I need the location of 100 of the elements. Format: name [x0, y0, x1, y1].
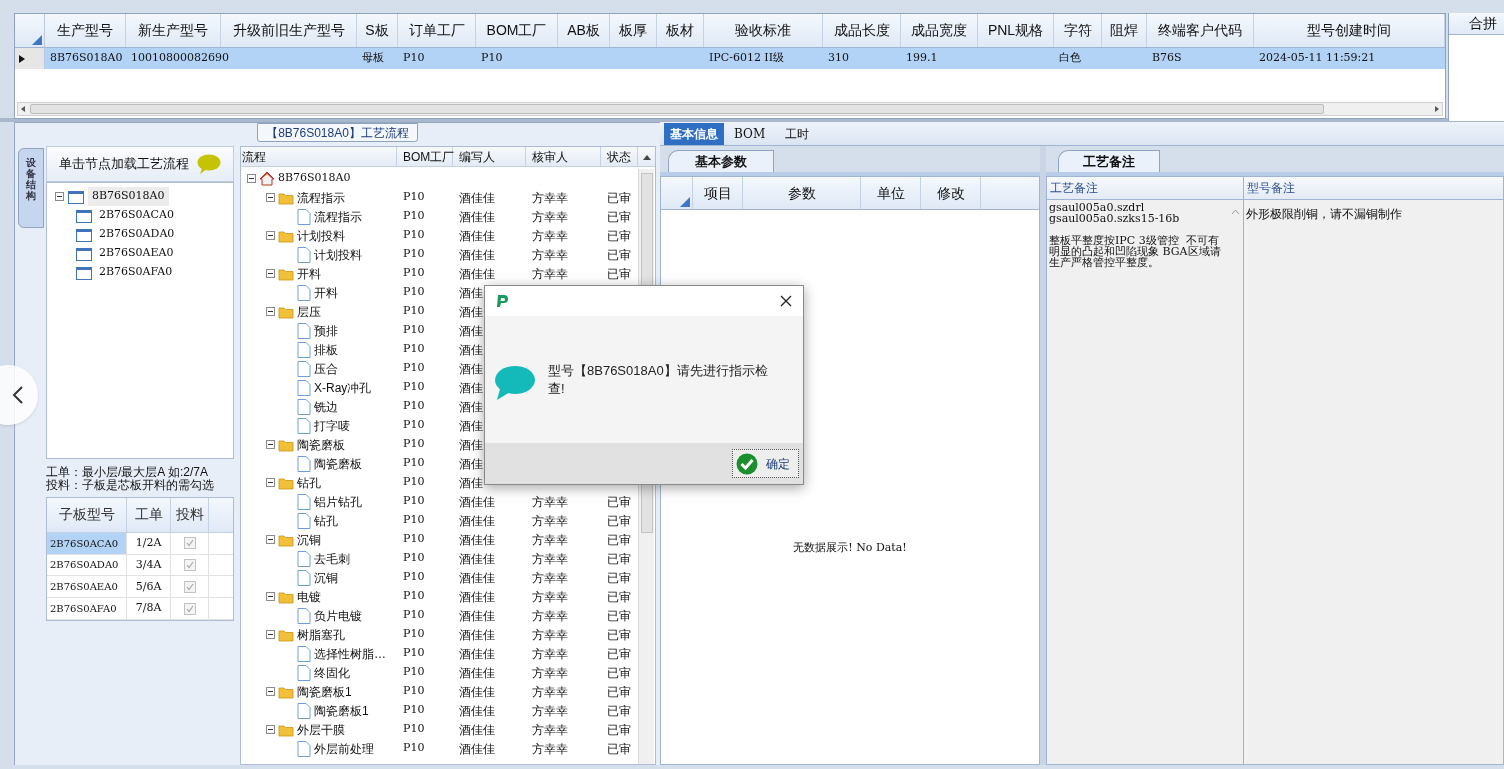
table-cell: 方幸幸: [532, 570, 568, 585]
table-cell: 酒佳: [459, 456, 483, 471]
table-cell: 母板: [362, 50, 384, 67]
table-cell: 已审: [607, 722, 631, 737]
table-cell: 酒佳佳: [459, 190, 495, 205]
table-cell: 酒佳佳: [459, 646, 495, 661]
group-title: 【8B76S018A0】工艺流程: [257, 123, 418, 142]
table-cell: 方幸幸: [532, 247, 568, 262]
table-cell: 方幸幸: [532, 665, 568, 680]
dialog-message: 型号【8B76S018A0】请先进行指示检查!: [548, 361, 768, 398]
panel-title: 合拼: [1469, 14, 1497, 33]
table-cell: 酒佳佳: [459, 703, 495, 718]
table-cell: 已审: [607, 513, 631, 528]
table-cell: 酒佳: [459, 437, 483, 452]
table-cell: P10: [403, 285, 425, 299]
note-text: gsaul005a0.szdrl gsaul005a0.szks15-16b 整板平整度按IPC 3级管控 不可有明显的凸起和凹陷现象 BGA区域请生产严格管控平整度。: [1049, 202, 1222, 271]
table-cell: 酒佳: [459, 475, 483, 490]
table-cell: 酒佳佳: [459, 513, 495, 528]
table-cell: 方幸幸: [532, 532, 568, 547]
table-cell: P10: [403, 532, 425, 546]
table-cell: 已审: [607, 247, 631, 262]
table-cell: 方幸幸: [532, 722, 568, 737]
table-cell: 3/4A: [127, 554, 171, 576]
table-cell: 199.1: [906, 50, 938, 67]
table-cell: 酒佳: [459, 323, 483, 338]
table-cell: 已审: [607, 608, 631, 623]
table-cell: P10: [403, 627, 425, 641]
table-cell: 酒佳佳: [459, 494, 495, 509]
table-cell: 酒佳: [459, 361, 483, 376]
table-cell: 酒佳佳: [459, 627, 495, 642]
table-cell: 酒佳佳: [459, 684, 495, 699]
table-cell: 已审: [607, 589, 631, 604]
table-cell: 酒佳: [459, 418, 483, 433]
table-cell: 方幸幸: [532, 608, 568, 623]
table-cell: 酒佳佳: [459, 532, 495, 547]
table-cell: 方幸幸: [532, 551, 568, 566]
table-cell: B76S: [1152, 50, 1182, 67]
table-cell: 8B76S018A0: [50, 50, 123, 67]
note-text: 外形极限削铜，请不漏铜制作: [1246, 207, 1402, 221]
table-cell: 已审: [607, 703, 631, 718]
table-cell: 酒佳佳: [459, 551, 495, 566]
table-cell: P10: [403, 741, 425, 755]
table-cell: 方幸幸: [532, 209, 568, 224]
table-cell: P10: [403, 266, 425, 280]
table-cell: 酒佳: [459, 304, 483, 319]
table-cell: 已审: [607, 532, 631, 547]
table-cell: 方幸幸: [532, 646, 568, 661]
table-cell: 已审: [607, 266, 631, 281]
table-cell: P10: [481, 50, 503, 67]
table-cell: 酒佳: [459, 342, 483, 357]
table-cell: P10: [403, 475, 425, 489]
table-cell: P10: [403, 646, 425, 660]
table-cell: 已审: [607, 551, 631, 566]
table-cell: P10: [403, 304, 425, 318]
table-cell: IPC-6012 II级: [709, 50, 785, 67]
table-cell: P10: [403, 437, 425, 451]
table-cell: P10: [403, 456, 425, 470]
table-cell: P10: [403, 209, 425, 223]
empty-message: 无数据展示! No Data!: [793, 540, 907, 556]
table-cell: 酒佳佳: [459, 209, 495, 224]
table-cell: 已审: [607, 646, 631, 661]
table-cell: 方幸幸: [532, 627, 568, 642]
table-cell: 酒佳: [459, 285, 483, 300]
table-cell: 酒佳: [459, 380, 483, 395]
table-cell: 方幸幸: [532, 494, 568, 509]
table-cell: 方幸幸: [532, 703, 568, 718]
table-cell: 10010800082690: [131, 50, 229, 67]
table-cell: 酒佳佳: [459, 722, 495, 737]
table-cell: 方幸幸: [532, 684, 568, 699]
table-cell: P10: [403, 228, 425, 242]
table-cell: P10: [403, 380, 425, 394]
table-cell: 2024-05-11 11:59:21: [1259, 50, 1376, 67]
table-cell: 酒佳佳: [459, 741, 495, 756]
table-cell: P10: [403, 551, 425, 565]
table-cell: 已审: [607, 684, 631, 699]
table-cell: 方幸幸: [532, 228, 568, 243]
table-cell: P10: [403, 665, 425, 679]
table-cell: 已审: [607, 209, 631, 224]
table-cell: 白色: [1059, 50, 1081, 67]
table-cell: 已审: [607, 190, 631, 205]
table-cell: P10: [403, 190, 425, 204]
table-cell: P10: [403, 684, 425, 698]
table-cell: P10: [403, 703, 425, 717]
table-cell: P10: [403, 589, 425, 603]
table-cell: P10: [403, 722, 425, 736]
table-cell: 方幸幸: [532, 741, 568, 756]
table-cell: 1/2A: [127, 532, 171, 554]
table-cell: 酒佳佳: [459, 589, 495, 604]
table-cell: 方幸幸: [532, 513, 568, 528]
table-cell: P10: [403, 608, 425, 622]
table-cell: P10: [403, 494, 425, 508]
table-cell: P10: [403, 50, 425, 67]
table-cell: 已审: [607, 665, 631, 680]
table-cell: 酒佳佳: [459, 266, 495, 281]
note-text: 工单：最小层/最大层A 如:2/7A: [46, 466, 210, 479]
table-cell: 酒佳佳: [459, 570, 495, 585]
table-cell: 已审: [607, 741, 631, 756]
table-cell: P10: [403, 399, 425, 413]
table-cell: P10: [403, 342, 425, 356]
table-cell: 方幸幸: [532, 190, 568, 205]
